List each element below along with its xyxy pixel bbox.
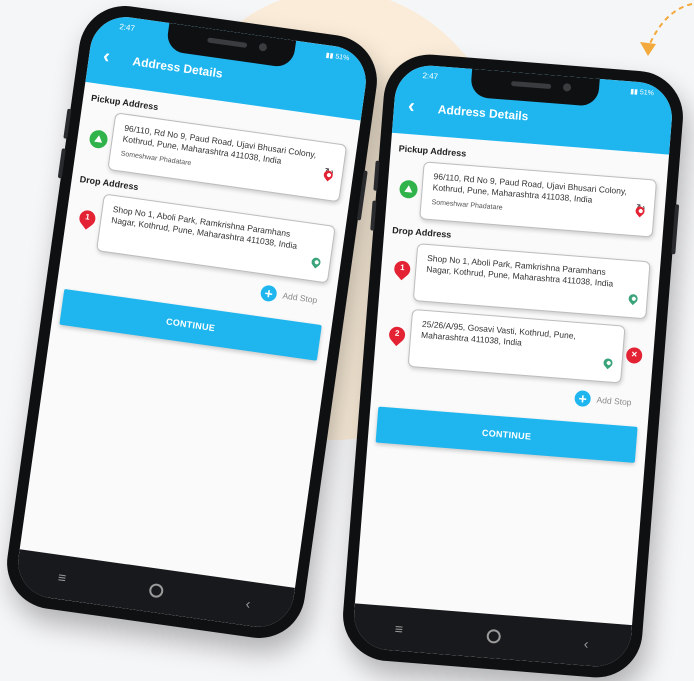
location-pin-icon[interactable] (309, 255, 323, 269)
drop-address-text: Shop No 1, Aboli Park, Ramkrishna Paramh… (425, 252, 614, 289)
phone-screen: 2:47 ▮▮ 51% ‹ Address Details Pickup Add… (351, 62, 675, 670)
phone-right: 2:47 ▮▮ 51% ‹ Address Details Pickup Add… (339, 51, 687, 681)
back-icon[interactable]: ‹ (583, 635, 589, 651)
drop-row-1: 1 Shop No 1, Aboli Park, Ramkrishna Para… (387, 241, 651, 320)
power-button (671, 204, 680, 255)
phone-screen: 2:47 ▮▮ 51% ‹ Address Details Pickup Add… (13, 12, 371, 632)
add-stop-label: Add Stop (596, 394, 632, 408)
home-icon[interactable] (485, 628, 502, 644)
drop-pin-icon: 2 (385, 323, 409, 347)
drop-address-card[interactable]: Shop No 1, Aboli Park, Ramkrishna Paramh… (412, 243, 651, 320)
volume-button (63, 108, 72, 139)
remove-stop-icon[interactable]: × (625, 346, 643, 365)
drop-address-text: 25/26/A/95, Gosavi Vasti, Kothrud, Pune,… (420, 318, 577, 348)
pickup-pin-icon (398, 179, 419, 199)
nav-bar: ≡ ‹ (13, 549, 295, 632)
status-time: 2:47 (118, 22, 136, 34)
page-title: Address Details (131, 54, 224, 81)
dashed-arrow-icon (640, 3, 693, 56)
menu-icon[interactable]: ≡ (394, 621, 403, 638)
plus-icon: + (259, 284, 278, 303)
continue-button[interactable]: CONTINUE (375, 406, 638, 463)
page-title: Address Details (437, 102, 529, 124)
phone-left: 2:47 ▮▮ 51% ‹ Address Details Pickup Add… (1, 0, 383, 644)
add-stop-label: Add Stop (281, 290, 318, 306)
back-arrow-icon[interactable]: ‹ (407, 95, 415, 117)
location-pin-icon[interactable] (626, 292, 640, 306)
home-icon[interactable] (148, 582, 164, 599)
volume-button (373, 160, 380, 191)
volume-button (370, 200, 377, 231)
status-battery: ▮▮ 51% (325, 52, 350, 63)
location-pin-icon[interactable] (601, 356, 615, 370)
status-time: 2:47 (422, 71, 439, 82)
location-pin-icon[interactable] (321, 168, 335, 182)
volume-button (57, 148, 66, 179)
drop-address-card[interactable]: 25/26/A/95, Gosavi Vasti, Kothrud, Pune,… (407, 308, 643, 384)
pickup-pin-icon (88, 129, 109, 150)
location-pin-icon[interactable] (633, 204, 647, 218)
pickup-row: 96/110, Rd No 9, Paud Road, Ujavi Bhusar… (393, 159, 658, 238)
plus-icon: + (574, 389, 592, 408)
menu-icon[interactable]: ≡ (57, 569, 67, 586)
nav-bar: ≡ ‹ (351, 603, 633, 670)
pickup-address-card[interactable]: 96/110, Rd No 9, Paud Road, Ujavi Bhusar… (419, 161, 658, 238)
back-icon[interactable]: ‹ (245, 595, 252, 611)
drop-pin-icon: 1 (76, 207, 99, 231)
drop-row-2: 2 25/26/A/95, Gosavi Vasti, Kothrud, Pun… (382, 307, 643, 384)
drop-pin-icon: 1 (390, 257, 414, 281)
status-battery: ▮▮ 51% (629, 88, 655, 98)
back-arrow-icon[interactable]: ‹ (102, 45, 112, 68)
